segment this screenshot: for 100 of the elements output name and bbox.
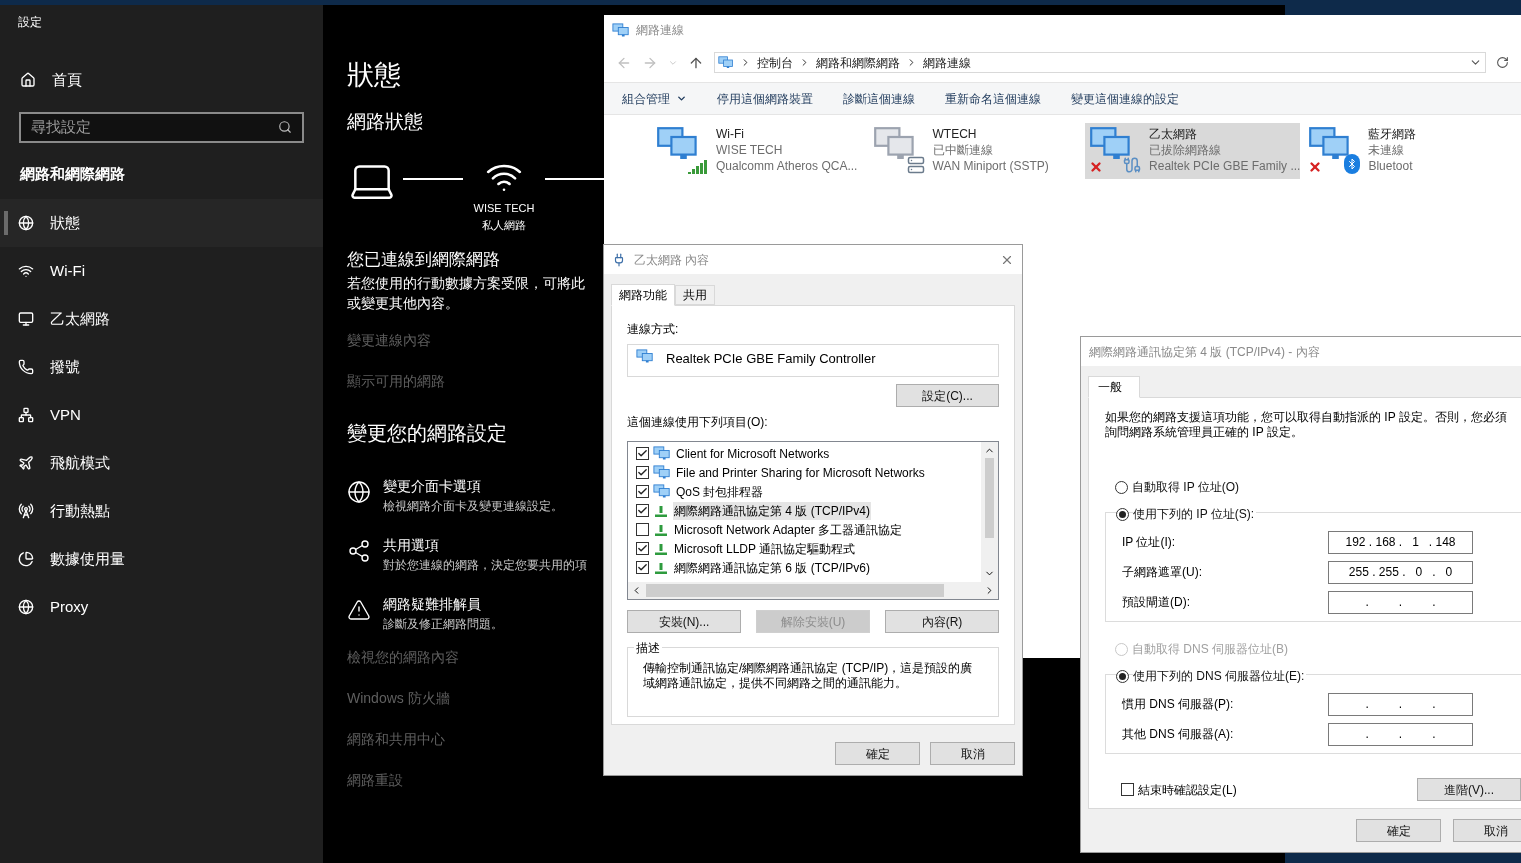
radio-label[interactable]: 使用下列的 DNS 伺服器位址(E):: [1133, 667, 1307, 685]
signal-bars-icon: [688, 158, 708, 174]
adapter-status: 已中斷連線: [932, 142, 994, 158]
nav-item[interactable]: Proxy: [0, 583, 323, 631]
nav-item[interactable]: 首頁: [20, 69, 323, 92]
toolbar-button[interactable]: 停用這個網路裝置: [717, 89, 813, 108]
checkbox[interactable]: [636, 466, 649, 479]
ip-address-field[interactable]: 192 . 168 . 1 . 148: [1328, 530, 1473, 554]
computers-icon: [653, 446, 671, 461]
field-label: IP 位址(I):: [1122, 534, 1177, 551]
address-bar[interactable]: 控制台 網路和網際網路 網路連線: [713, 52, 1487, 73]
status-text: 或變更其他內容。: [347, 293, 460, 313]
tab[interactable]: 一般: [1088, 376, 1140, 398]
nav-item[interactable]: 狀態: [0, 199, 323, 247]
dialog-button[interactable]: 確定: [835, 742, 920, 765]
plug-icon: [612, 252, 626, 267]
computers-icon: [636, 349, 654, 364]
network-name: WISE TECH: [473, 201, 535, 216]
list-item[interactable]: Microsoft LLDP 通訊協定驅動程式: [673, 539, 857, 558]
field-label: 連線方式:: [627, 321, 680, 338]
warning-icon: [347, 597, 371, 622]
breadcrumb-item[interactable]: 網路和網際網路: [815, 53, 900, 72]
ip-address-field[interactable]: . . .: [1328, 722, 1473, 746]
airplane-icon: [18, 455, 34, 471]
monitor-icon: [18, 311, 34, 327]
section-heading: 網路和網際網路: [20, 163, 126, 184]
ip-address-field[interactable]: 255 . 255 . 0 . 0: [1328, 560, 1473, 584]
adapter-tile[interactable]: WTECH 已中斷連線 WAN Miniport (SSTP): [868, 123, 1082, 179]
computers-icon: [612, 22, 630, 38]
check-icon: [637, 448, 648, 459]
adapter-tile[interactable]: 藍牙網路 未連線 Bluetoot: [1304, 123, 1517, 179]
checkbox[interactable]: [636, 504, 649, 517]
refresh-icon[interactable]: [1496, 56, 1509, 69]
adapter-name: Wi-Fi: [716, 126, 745, 142]
tab[interactable]: 共用: [675, 285, 715, 305]
nav-item[interactable]: Wi-Fi: [0, 247, 323, 295]
dialog-button[interactable]: 取消: [930, 742, 1015, 765]
toolbar-button[interactable]: 診斷這個連線: [843, 89, 915, 108]
dialog-button[interactable]: 設定(C)...: [896, 384, 999, 407]
checkbox[interactable]: [636, 561, 649, 574]
dialog-button[interactable]: 內容(R): [885, 610, 999, 633]
breadcrumb-item[interactable]: 網路連線: [922, 53, 971, 72]
antenna-icon: [18, 503, 34, 519]
protocol-icon: [653, 504, 669, 517]
toolbar-button[interactable]: 重新命名這個連線: [945, 89, 1041, 108]
pie-chart-icon: [18, 551, 34, 567]
search-icon: [278, 120, 292, 134]
check-icon: [637, 467, 648, 478]
nav-item[interactable]: VPN: [0, 391, 323, 439]
description-text: 傳輸控制通訊協定/網際網路通訊協定 (TCP/IP)，這是預設的廣域網路通訊協定，提供不同網路之間的通訊能力。: [643, 661, 974, 691]
dialog-button[interactable]: 安裝(N)...: [627, 610, 741, 633]
list-item[interactable]: 網際網路通訊協定第 6 版 (TCP/IPv6): [673, 558, 871, 577]
phone-icon: [18, 359, 34, 375]
option-link[interactable]: 變更介面卡選項 檢視網路介面卡及變更連線設定。: [347, 475, 604, 515]
dialog-button[interactable]: 確定: [1356, 819, 1441, 842]
search-input[interactable]: 尋找設定: [31, 115, 278, 139]
ip-address-field[interactable]: . . .: [1328, 692, 1473, 716]
toolbar-button[interactable]: 變更這個連線的設定: [1071, 89, 1179, 108]
radio-label[interactable]: 自動取得 IP 位址(O): [1132, 478, 1242, 496]
search-field[interactable]: 尋找設定: [19, 111, 304, 143]
protocol-icon: [653, 523, 669, 536]
nav-item[interactable]: 撥號: [0, 343, 323, 391]
checkbox[interactable]: [636, 447, 649, 460]
adapter-status: 未連線: [1368, 142, 1406, 158]
toolbar-button[interactable]: 組合管理: [622, 89, 687, 108]
nav-item[interactable]: 飛航模式: [0, 439, 323, 487]
checkbox[interactable]: [636, 485, 649, 498]
scrollbar-thumb[interactable]: [985, 458, 994, 538]
radio-button[interactable]: [1116, 507, 1129, 521]
nav-item[interactable]: 行動熱點: [0, 487, 323, 535]
nav-item[interactable]: 乙太網路: [0, 295, 323, 343]
radio-button[interactable]: [1116, 669, 1129, 683]
checkbox[interactable]: [636, 542, 649, 555]
option-link[interactable]: 網路疑難排解員 診斷及修正網路問題。: [347, 593, 604, 633]
nav-item[interactable]: 數據使用量: [0, 535, 323, 583]
vertical-scrollbar[interactable]: [981, 442, 998, 582]
adapter-tile[interactable]: Wi-Fi WISE TECH Qualcomm Atheros QCA...: [652, 123, 865, 179]
list-item[interactable]: 網際網路通訊協定第 4 版 (TCP/IPv4): [673, 501, 871, 520]
scrollbar-thumb[interactable]: [646, 584, 944, 597]
radio-button[interactable]: [1115, 480, 1128, 494]
ip-address-field[interactable]: . . .: [1328, 590, 1473, 614]
horizontal-scrollbar[interactable]: [628, 582, 998, 599]
dialog-button[interactable]: 進階(V)...: [1417, 778, 1521, 801]
checkbox[interactable]: [1121, 783, 1134, 796]
tab[interactable]: 網路功能: [611, 284, 675, 306]
adapter-device: Bluetoot: [1368, 158, 1414, 174]
list-item[interactable]: QoS 封包排程器: [675, 482, 765, 501]
radio-label[interactable]: 使用下列的 IP 位址(S):: [1133, 505, 1257, 523]
option-link[interactable]: 共用選項 對於您連線的網路，決定您要共用的項: [347, 534, 604, 574]
list-item[interactable]: Microsoft Network Adapter 多工器通訊協定: [673, 520, 904, 539]
network-icon: [18, 407, 34, 423]
adapter-name: 乙太網路: [1149, 126, 1199, 142]
list-item[interactable]: File and Printer Sharing for Microsoft Networks: [675, 463, 926, 482]
dialog-button[interactable]: 取消: [1453, 819, 1521, 842]
checkbox-label[interactable]: 結束時確認設定(L): [1138, 780, 1417, 799]
window-title: 網際網路通訊協定第 4 版 (TCP/IPv4) - 內容: [1089, 343, 1320, 361]
adapter-tile[interactable]: 乙太網路 已拔除網路線 Realtek PCIe GBE Family ...: [1085, 123, 1301, 179]
list-item[interactable]: Client for Microsoft Networks: [675, 444, 831, 463]
checkbox[interactable]: [636, 523, 649, 536]
breadcrumb-item[interactable]: 控制台: [756, 53, 793, 72]
